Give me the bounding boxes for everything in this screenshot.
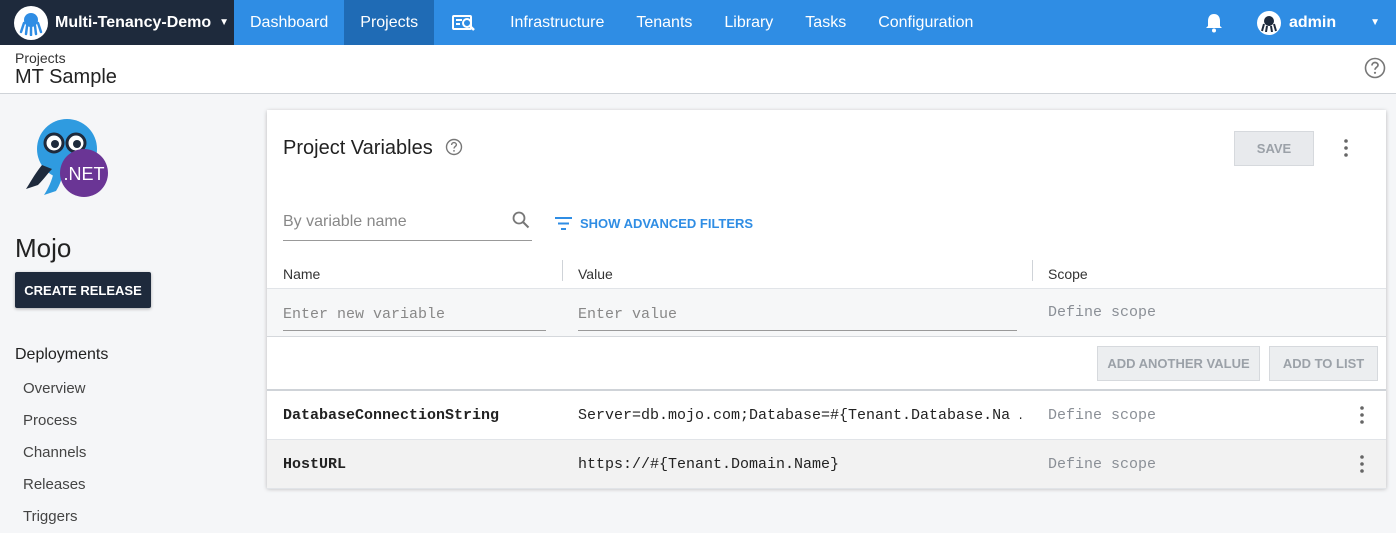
nav-tenants[interactable]: Tenants [620, 0, 708, 45]
user-name: admin [1288, 13, 1337, 31]
nav-library[interactable]: Library [708, 0, 789, 45]
octopus-logo-icon [14, 5, 48, 40]
user-menu[interactable]: admin ▼ [1256, 10, 1380, 35]
add-to-list-button[interactable]: ADD TO LIST [1269, 346, 1378, 381]
space-name: Multi-Tenancy-Demo [55, 13, 212, 31]
column-divider[interactable] [1032, 260, 1033, 281]
advanced-filters-label: SHOW ADVANCED FILTERS [580, 216, 754, 231]
title-bar: Projects MT Sample [0, 45, 1396, 94]
column-header-name: Name [283, 266, 321, 282]
variable-scope[interactable]: Define scope [1048, 456, 1156, 473]
more-vert-icon[interactable] [1350, 403, 1374, 427]
nav-right: admin ▼ [1205, 0, 1396, 45]
breadcrumb[interactable]: Projects [15, 50, 66, 66]
new-variable-row: Define scope [267, 289, 1386, 337]
top-nav: Multi-Tenancy-Demo ▼ Dashboard Projects … [0, 0, 1396, 45]
project-sidebar: .NET Mojo CREATE RELEASE Deployments Ove… [0, 95, 250, 533]
variable-search [283, 205, 532, 241]
dotnet-badge-text: .NET [63, 164, 104, 184]
variable-value[interactable]: Server=db.mojo.com;Database=#{Tenant.Dat… [578, 407, 1023, 424]
project-variables-card: Project Variables SAVE SHOW ADVANCED FIL… [267, 110, 1386, 489]
nav-infrastructure[interactable]: Infrastructure [494, 0, 620, 45]
show-advanced-filters-button[interactable]: SHOW ADVANCED FILTERS [555, 216, 753, 231]
nav-dashboard[interactable]: Dashboard [234, 0, 344, 45]
chevron-down-icon: ▼ [1370, 17, 1380, 28]
search-icon[interactable] [512, 211, 530, 234]
variable-row[interactable]: DatabaseConnectionString Server=db.mojo.… [267, 391, 1386, 440]
sidebar-item-triggers[interactable]: Triggers [23, 508, 86, 533]
bell-icon[interactable] [1205, 13, 1223, 33]
sidebar-item-releases[interactable]: Releases [23, 476, 86, 508]
help-icon[interactable] [1364, 57, 1386, 79]
column-header-scope: Scope [1048, 266, 1088, 282]
variable-value[interactable]: https://#{Tenant.Domain.Name} [578, 456, 1023, 473]
new-variable-name-input[interactable] [283, 299, 546, 331]
sidebar-item-overview[interactable]: Overview [23, 380, 86, 412]
project-logo: .NET [22, 115, 112, 205]
variable-name: DatabaseConnectionString [283, 407, 500, 424]
chevron-down-icon: ▼ [219, 17, 230, 28]
sidebar-item-channels[interactable]: Channels [23, 444, 86, 476]
variable-row[interactable]: HostURL https://#{Tenant.Domain.Name} De… [267, 440, 1386, 489]
nav-configuration[interactable]: Configuration [862, 0, 989, 45]
card-title: Project Variables [283, 137, 433, 159]
filter-icon [555, 217, 572, 230]
sidebar-list: Overview Process Channels Releases Trigg… [23, 380, 86, 533]
search-input[interactable] [283, 205, 503, 239]
nav-projects[interactable]: Projects [344, 0, 435, 45]
sidebar-item-process[interactable]: Process [23, 412, 86, 444]
variable-scope[interactable]: Define scope [1048, 407, 1156, 424]
avatar-icon [1256, 10, 1281, 35]
space-switcher[interactable]: Multi-Tenancy-Demo ▼ [0, 0, 234, 45]
nav-search-icon[interactable] [434, 0, 494, 45]
nav-tasks[interactable]: Tasks [789, 0, 862, 45]
project-name: Mojo [15, 233, 72, 263]
new-variable-value-input[interactable] [578, 299, 1017, 331]
column-divider[interactable] [562, 260, 563, 281]
column-header-value: Value [578, 266, 613, 282]
more-vert-icon[interactable] [1334, 136, 1358, 160]
define-scope-field[interactable]: Define scope [1048, 304, 1156, 321]
help-icon[interactable] [445, 138, 463, 156]
variable-name: HostURL [283, 456, 347, 473]
sidebar-section-deployments[interactable]: Deployments [15, 346, 108, 364]
create-release-button[interactable]: CREATE RELEASE [15, 272, 151, 308]
more-vert-icon[interactable] [1350, 452, 1374, 476]
save-button[interactable]: SAVE [1234, 131, 1314, 166]
add-another-value-button[interactable]: ADD ANOTHER VALUE [1097, 346, 1260, 381]
page-title: MT Sample [15, 66, 117, 88]
